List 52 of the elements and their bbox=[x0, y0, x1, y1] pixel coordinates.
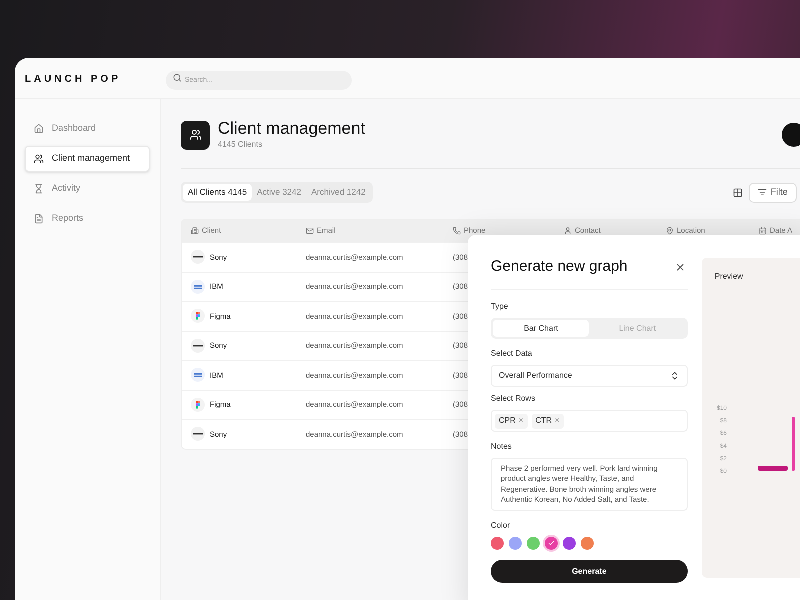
preview-title: Preview bbox=[714, 271, 744, 283]
action-button[interactable] bbox=[782, 123, 800, 147]
logo-icon bbox=[191, 368, 205, 382]
sidebar-item[interactable]: Client management bbox=[25, 146, 150, 172]
color-swatch[interactable] bbox=[491, 537, 504, 550]
dialog-title: Generate new graph bbox=[491, 256, 628, 277]
logo-icon bbox=[191, 309, 205, 324]
document-icon bbox=[34, 214, 44, 224]
logo-icon bbox=[191, 250, 205, 264]
hourglass-icon bbox=[34, 184, 44, 194]
color-swatch[interactable] bbox=[545, 537, 558, 550]
users-icon bbox=[34, 154, 44, 164]
data-select[interactable]: Overall Performance bbox=[491, 365, 688, 387]
filter-icon bbox=[758, 188, 767, 197]
logo-icon bbox=[191, 398, 205, 412]
page-subtitle: 4145 Clients bbox=[218, 139, 264, 151]
filter-button[interactable]: Filte bbox=[748, 182, 797, 202]
search-icon bbox=[173, 74, 182, 82]
user-icon bbox=[564, 227, 572, 235]
generate-button[interactable]: Generate bbox=[491, 560, 688, 584]
color-swatch[interactable] bbox=[563, 537, 576, 550]
color-swatch[interactable] bbox=[527, 537, 540, 550]
mail-icon bbox=[306, 227, 314, 235]
brand-logo: LAUNCH POP bbox=[25, 74, 122, 85]
close-icon[interactable] bbox=[674, 262, 686, 272]
page-title: Client management bbox=[218, 119, 366, 139]
field-label: Color bbox=[491, 520, 512, 532]
grid-view-icon[interactable] bbox=[732, 188, 743, 198]
field-label: Notes bbox=[491, 441, 513, 453]
field-label: Select Rows bbox=[491, 393, 536, 405]
field-label: Select Data bbox=[491, 348, 534, 360]
logo-icon bbox=[191, 427, 205, 442]
chevrons-icon bbox=[670, 371, 680, 381]
color-swatch[interactable] bbox=[509, 537, 522, 550]
building-icon bbox=[191, 227, 199, 235]
field-label: Type bbox=[491, 301, 510, 313]
chart-bar bbox=[758, 466, 788, 471]
color-swatch[interactable] bbox=[581, 537, 594, 550]
rows-input[interactable]: CPR × CTR × bbox=[491, 410, 688, 432]
users-icon bbox=[190, 129, 202, 141]
logo-icon bbox=[191, 338, 205, 353]
calendar-icon bbox=[759, 227, 767, 235]
phone-icon bbox=[453, 227, 461, 235]
home-icon bbox=[34, 124, 44, 134]
logo-icon bbox=[191, 280, 205, 294]
chart-type-tab[interactable]: Bar Chart bbox=[493, 320, 590, 337]
check-icon bbox=[548, 540, 555, 548]
filter-tab[interactable]: All Clients 4145 bbox=[183, 184, 252, 201]
row-tag[interactable]: CPR × bbox=[495, 414, 528, 428]
chart-bar bbox=[792, 417, 795, 471]
row-tag[interactable]: CTR × bbox=[532, 414, 564, 428]
map-pin-icon bbox=[666, 227, 674, 235]
